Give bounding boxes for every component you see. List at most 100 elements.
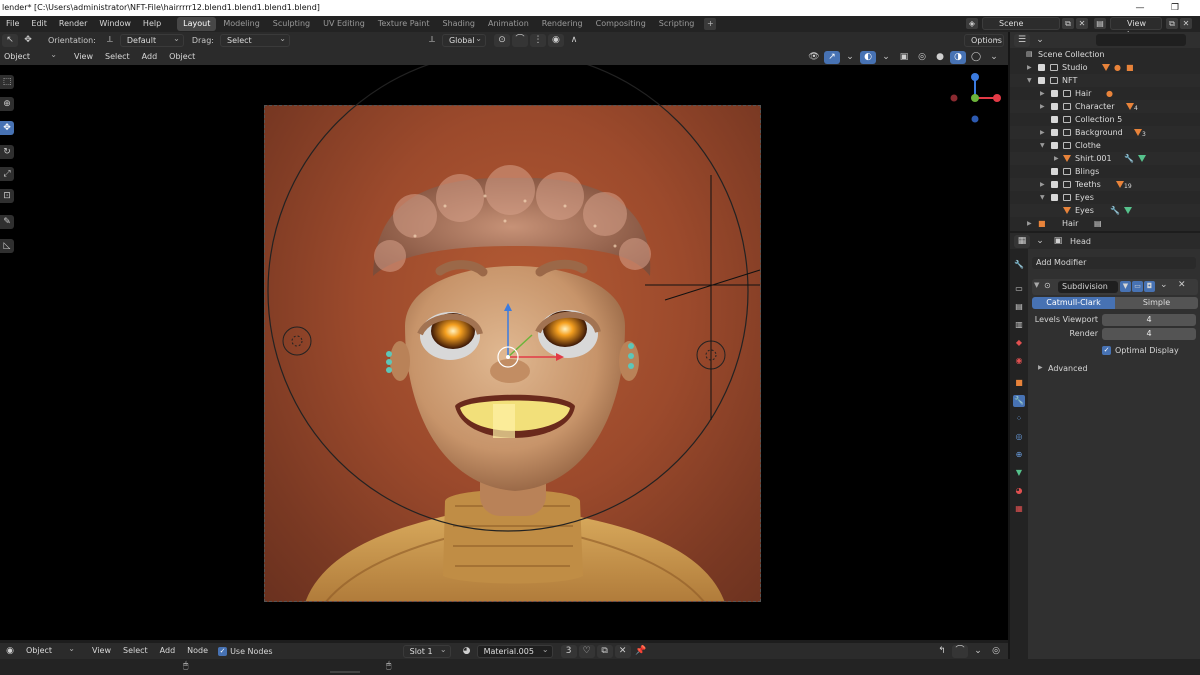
world-tab-icon[interactable]: ◉	[1013, 355, 1025, 367]
tab-sculpting[interactable]: Sculpting	[267, 17, 316, 31]
view-layer-field[interactable]: View Layer	[1110, 17, 1162, 39]
scene-tab-icon[interactable]: ◆	[1013, 337, 1025, 349]
snap-toggle-icon[interactable]: ⌒	[952, 644, 968, 658]
outliner-row[interactable]: ▼ NFT	[1010, 74, 1200, 87]
scene-name-field[interactable]: Scene	[982, 17, 1060, 30]
tool-tab-icon[interactable]: 🔧	[1013, 259, 1025, 271]
modifier-menu-icon[interactable]: ⌄	[1160, 280, 1168, 290]
select-menu[interactable]: Select	[99, 49, 136, 65]
pin-icon[interactable]: 📌	[633, 645, 649, 658]
tab-texture-paint[interactable]: Texture Paint	[372, 17, 436, 31]
snap-menu-icon[interactable]: ⌄	[970, 645, 986, 658]
visibility-icon[interactable]: 👁	[806, 51, 822, 64]
texture-tab-icon[interactable]: ▦	[1013, 503, 1025, 515]
expand-icon[interactable]: ▶	[1038, 364, 1043, 371]
expand-icon[interactable]: ▼	[1027, 74, 1032, 87]
view-menu[interactable]: View	[86, 643, 117, 659]
scene-icon[interactable]: ◈	[966, 18, 978, 29]
use-nodes-checkbox[interactable]: ✓	[218, 646, 228, 656]
tab-animation[interactable]: Animation	[482, 17, 535, 31]
tab-shading[interactable]: Shading	[436, 17, 481, 31]
orientation-dropdown[interactable]: Default	[119, 33, 184, 47]
editor-type-icon[interactable]: ◉	[2, 645, 18, 658]
constraints-tab-icon[interactable]: ⊕	[1013, 449, 1025, 461]
new-view-layer-icon[interactable]: ⧉	[1166, 18, 1178, 29]
exclude-checkbox[interactable]	[1051, 181, 1058, 188]
material-shading-icon[interactable]: ◑	[950, 50, 966, 64]
exclude-checkbox[interactable]	[1051, 90, 1058, 97]
exclude-checkbox[interactable]	[1051, 168, 1058, 175]
advanced-subpanel[interactable]: ▶ Advanced	[1032, 362, 1198, 376]
overlays-icon[interactable]: ◐	[860, 50, 876, 64]
unlink-material-icon[interactable]: ✕	[614, 644, 631, 658]
tweak-tool-icon[interactable]: ⬚	[0, 75, 14, 89]
material-tab-icon[interactable]: ◕	[1013, 485, 1025, 497]
expand-icon[interactable]: ▶	[1040, 178, 1045, 191]
exclude-checkbox[interactable]	[1038, 77, 1045, 84]
new-scene-icon[interactable]: ⧉	[1062, 18, 1074, 29]
simple-tab[interactable]: Simple	[1115, 297, 1198, 309]
scale-tool-icon[interactable]: ⤢	[0, 167, 14, 181]
menu-edit[interactable]: Edit	[25, 16, 53, 32]
solid-shading-icon[interactable]: ●	[932, 51, 948, 64]
annotate-tool-icon[interactable]: ✎	[0, 215, 14, 229]
expand-icon[interactable]: ▶	[1040, 126, 1045, 139]
exclude-checkbox[interactable]	[1051, 142, 1058, 149]
exclude-checkbox[interactable]	[1051, 129, 1058, 136]
menu-render[interactable]: Render	[53, 16, 93, 32]
rotate-tool-icon[interactable]: ↻	[0, 145, 14, 159]
render-levels-field[interactable]: 4	[1102, 328, 1196, 340]
menu-file[interactable]: File	[0, 16, 25, 32]
tab-scripting[interactable]: Scripting	[653, 17, 701, 31]
restore-button[interactable]: ❐	[1155, 0, 1195, 16]
outliner-row[interactable]: Eyes 🔧	[1010, 204, 1200, 217]
slot-dropdown[interactable]: Slot 1	[402, 644, 451, 658]
mode-dropdown[interactable]: Object Mode	[2, 49, 60, 73]
outliner-row[interactable]: ▶ ■ Hair ▤	[1010, 217, 1200, 230]
navigation-gizmo[interactable]	[944, 69, 1004, 129]
tab-layout[interactable]: Layout	[177, 17, 217, 31]
falloff-icon[interactable]: ∧	[566, 34, 582, 47]
material-browse-icon[interactable]: ◕	[459, 645, 475, 658]
add-workspace-button[interactable]: +	[704, 18, 717, 30]
exclude-checkbox[interactable]	[1038, 64, 1045, 71]
outliner-row[interactable]: Collection 5	[1010, 113, 1200, 126]
exclude-checkbox[interactable]	[1051, 194, 1058, 201]
overlays-menu-icon[interactable]: ⌄	[878, 51, 894, 64]
expand-icon[interactable]: ▶	[1027, 61, 1032, 74]
outliner-row[interactable]: ▶ Character 4	[1010, 100, 1200, 113]
modifier-name-field[interactable]: Subdivision	[1058, 281, 1118, 293]
outliner-row[interactable]: ▶ Studio ● ■	[1010, 61, 1200, 74]
object-menu[interactable]: Object	[163, 49, 201, 65]
render-tab-icon[interactable]: ▭	[1013, 283, 1025, 295]
levels-viewport-field[interactable]: 4	[1102, 314, 1196, 326]
active-tool-icon[interactable]: ↖	[2, 34, 18, 47]
delete-scene-icon[interactable]: ✕	[1076, 18, 1088, 29]
particles-tab-icon[interactable]: ⁘	[1013, 413, 1025, 425]
object-tab-icon[interactable]: ■	[1013, 377, 1025, 389]
outliner-row[interactable]: ▼ Eyes	[1010, 191, 1200, 204]
gizmo-menu-icon[interactable]: ⌄	[842, 51, 858, 64]
properties-editor-type-icon[interactable]: ▦	[1014, 234, 1030, 248]
data-tab-icon[interactable]: ▼	[1013, 467, 1025, 479]
exclude-checkbox[interactable]	[1051, 103, 1058, 110]
render-toggle-icon[interactable]: ◘	[1144, 281, 1155, 292]
outliner-row[interactable]: ▶ Teeths 19	[1010, 178, 1200, 191]
menu-help[interactable]: Help	[137, 16, 167, 32]
shading-menu-icon[interactable]: ⌄	[986, 51, 1002, 64]
snap-target-icon[interactable]: ⋮	[529, 34, 546, 47]
node-menu[interactable]: Node	[181, 643, 214, 659]
move-icon[interactable]: ✥	[20, 34, 36, 47]
rendered-shading-icon[interactable]: ◯	[968, 51, 984, 64]
output-tab-icon[interactable]: ▤	[1013, 301, 1025, 313]
select-menu[interactable]: Select	[117, 643, 154, 659]
optimal-display-checkbox[interactable]: ✓	[1102, 346, 1111, 355]
user-count-badge[interactable]: 3	[560, 644, 577, 658]
add-menu[interactable]: Add	[136, 49, 164, 65]
cursor-tool-icon[interactable]: ⊕	[0, 97, 14, 111]
tab-rendering[interactable]: Rendering	[536, 17, 589, 31]
measure-tool-icon[interactable]: ◺	[0, 239, 14, 253]
expand-icon[interactable]: ▶	[1027, 217, 1032, 230]
expand-icon[interactable]: ▼	[1040, 139, 1045, 152]
material-name-field[interactable]: Material.005	[476, 644, 553, 658]
